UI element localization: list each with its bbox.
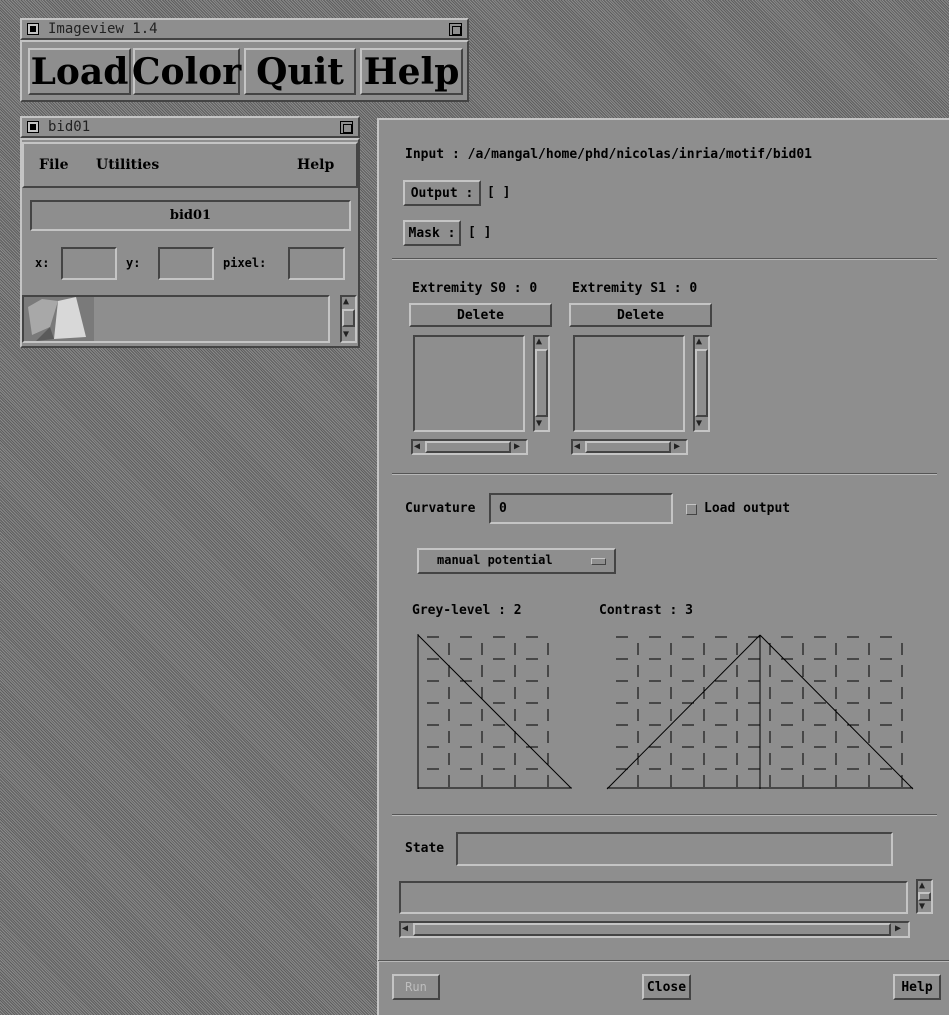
imageview-titlebar[interactable]: Imageview 1.4 xyxy=(20,18,469,40)
maximize-icon[interactable] xyxy=(340,121,353,134)
extremity-s0-label: Extremity S0 : 0 xyxy=(412,281,538,296)
menu-help[interactable]: Help xyxy=(297,157,334,173)
delete-s1-button[interactable]: Delete xyxy=(569,303,712,327)
window-menu-icon[interactable] xyxy=(27,121,39,133)
scroll-thumb[interactable] xyxy=(585,441,671,453)
image-viewport[interactable] xyxy=(22,295,330,343)
delete-s0-button[interactable]: Delete xyxy=(409,303,552,327)
color-button[interactable]: Color xyxy=(132,48,241,95)
scroll-right-icon[interactable]: ▶ xyxy=(895,924,901,934)
maximize-icon[interactable] xyxy=(449,23,462,36)
close-button[interactable]: Close xyxy=(642,974,691,1000)
image-thumbnail xyxy=(24,297,94,341)
extremity-s1-label: Extremity S1 : 0 xyxy=(572,281,698,296)
quit-button[interactable]: Quit xyxy=(244,48,356,95)
s1-hscroll[interactable]: ◀ ▶ xyxy=(571,439,688,455)
scroll-thumb[interactable] xyxy=(695,349,708,417)
output-button[interactable]: Output : xyxy=(403,180,481,206)
menu-utilities[interactable]: Utilities xyxy=(96,157,159,173)
input-path: Input : /a/mangal/home/phd/nicolas/inria… xyxy=(405,147,812,162)
scroll-thumb[interactable] xyxy=(342,309,355,327)
imageview-title: Imageview 1.4 xyxy=(48,21,158,37)
load-output-checkbox[interactable] xyxy=(686,504,697,515)
load-button[interactable]: Load xyxy=(28,48,131,95)
viewport-vscroll[interactable]: ▲ ▼ xyxy=(340,295,357,343)
s0-vscroll[interactable]: ▲ ▼ xyxy=(533,335,550,432)
bid01-titlebar[interactable]: bid01 xyxy=(20,116,360,138)
mask-value: [ ] xyxy=(468,225,492,240)
message-vscroll[interactable]: ▲ ▼ xyxy=(916,879,933,914)
separator xyxy=(392,258,937,260)
help-button[interactable]: Help xyxy=(360,48,463,95)
separator xyxy=(392,473,937,475)
separator xyxy=(392,814,937,816)
separator xyxy=(378,960,949,962)
grey-level-label: Grey-level : 2 xyxy=(412,603,522,618)
option-menu-indicator-icon xyxy=(591,558,606,565)
curvature-input[interactable]: 0 xyxy=(489,493,673,524)
state-label: State xyxy=(405,841,445,856)
scroll-left-icon[interactable]: ◀ xyxy=(402,924,408,934)
curvature-label: Curvature xyxy=(405,501,476,516)
scroll-left-icon[interactable]: ◀ xyxy=(414,442,420,452)
output-value: [ ] xyxy=(487,185,511,200)
grey-level-graph[interactable] xyxy=(417,634,573,790)
pixel-field[interactable] xyxy=(288,247,345,280)
extremity-s0-list[interactable] xyxy=(413,335,525,432)
scroll-thumb[interactable] xyxy=(918,892,931,901)
y-field[interactable] xyxy=(158,247,214,280)
window-menu-icon[interactable] xyxy=(27,23,39,35)
image-name-label: bid01 xyxy=(30,200,351,231)
y-label: y: xyxy=(126,256,141,270)
state-field xyxy=(456,832,893,866)
x-field[interactable] xyxy=(61,247,117,280)
scroll-down-icon[interactable]: ▼ xyxy=(696,419,702,429)
contrast-label: Contrast : 3 xyxy=(599,603,693,618)
menu-file[interactable]: File xyxy=(39,157,68,173)
s1-vscroll[interactable]: ▲ ▼ xyxy=(693,335,710,432)
scroll-down-icon[interactable]: ▼ xyxy=(919,902,925,912)
scroll-thumb[interactable] xyxy=(413,923,891,936)
scroll-down-icon[interactable]: ▼ xyxy=(536,419,542,429)
curvature-value: 0 xyxy=(499,501,507,516)
potential-option-value: manual potential xyxy=(437,553,553,567)
mask-button[interactable]: Mask : xyxy=(403,220,461,246)
pixel-label: pixel: xyxy=(223,256,267,270)
message-hscroll[interactable]: ◀ ▶ xyxy=(399,921,910,938)
load-output-label: Load output xyxy=(704,501,791,516)
dialog-help-button[interactable]: Help xyxy=(893,974,941,1000)
potential-option-menu[interactable]: manual potential xyxy=(417,548,616,574)
extremity-s1-list[interactable] xyxy=(573,335,685,432)
contrast-graph[interactable] xyxy=(606,634,914,790)
scroll-thumb[interactable] xyxy=(535,349,548,417)
scroll-left-icon[interactable]: ◀ xyxy=(574,442,580,452)
scroll-up-icon[interactable]: ▲ xyxy=(343,297,349,307)
scroll-thumb[interactable] xyxy=(425,441,511,453)
scroll-down-icon[interactable]: ▼ xyxy=(343,330,349,340)
scroll-up-icon[interactable]: ▲ xyxy=(919,881,925,891)
x-label: x: xyxy=(35,256,50,270)
bid01-title: bid01 xyxy=(48,119,91,135)
s0-hscroll[interactable]: ◀ ▶ xyxy=(411,439,528,455)
run-button[interactable]: Run xyxy=(392,974,440,1000)
scroll-right-icon[interactable]: ▶ xyxy=(674,442,680,452)
scroll-up-icon[interactable]: ▲ xyxy=(536,337,542,347)
scroll-up-icon[interactable]: ▲ xyxy=(696,337,702,347)
scroll-right-icon[interactable]: ▶ xyxy=(514,442,520,452)
message-area[interactable] xyxy=(399,881,908,914)
